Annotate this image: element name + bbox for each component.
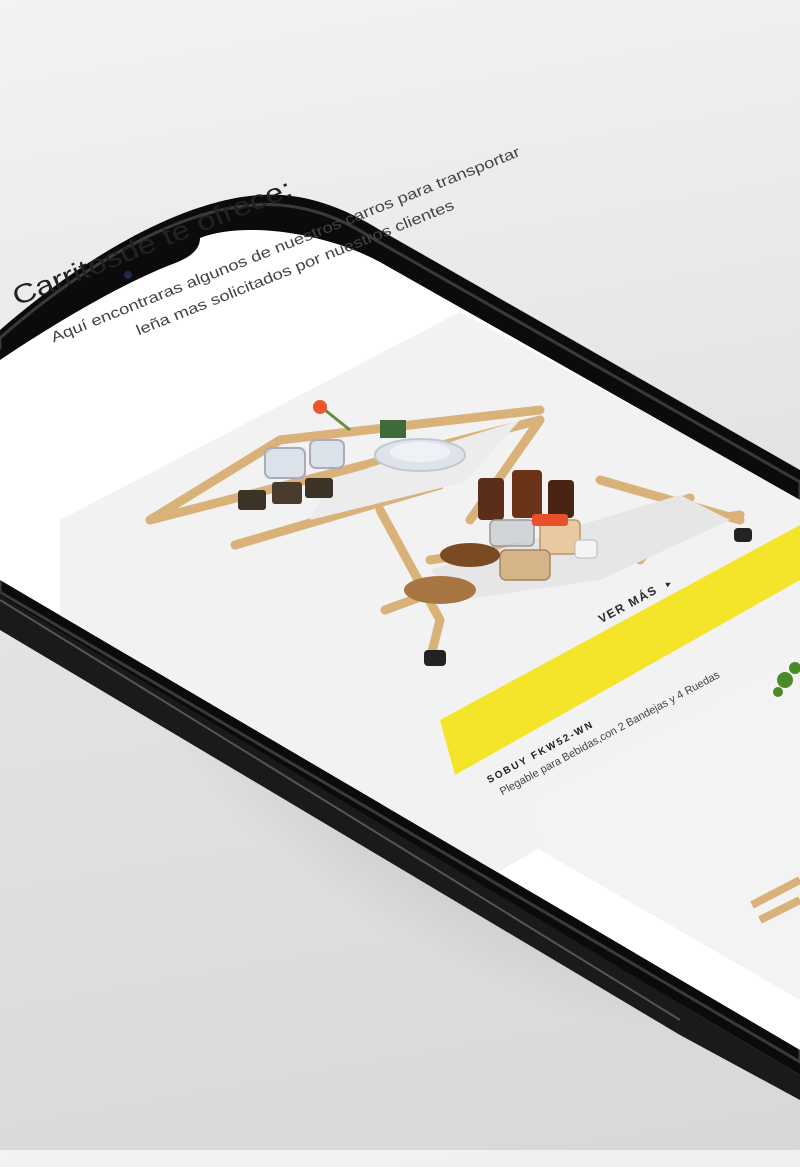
product-image-cart [145, 400, 800, 924]
scene: Carritosde te ofrece: Aquí encontraras a… [0, 0, 800, 1167]
